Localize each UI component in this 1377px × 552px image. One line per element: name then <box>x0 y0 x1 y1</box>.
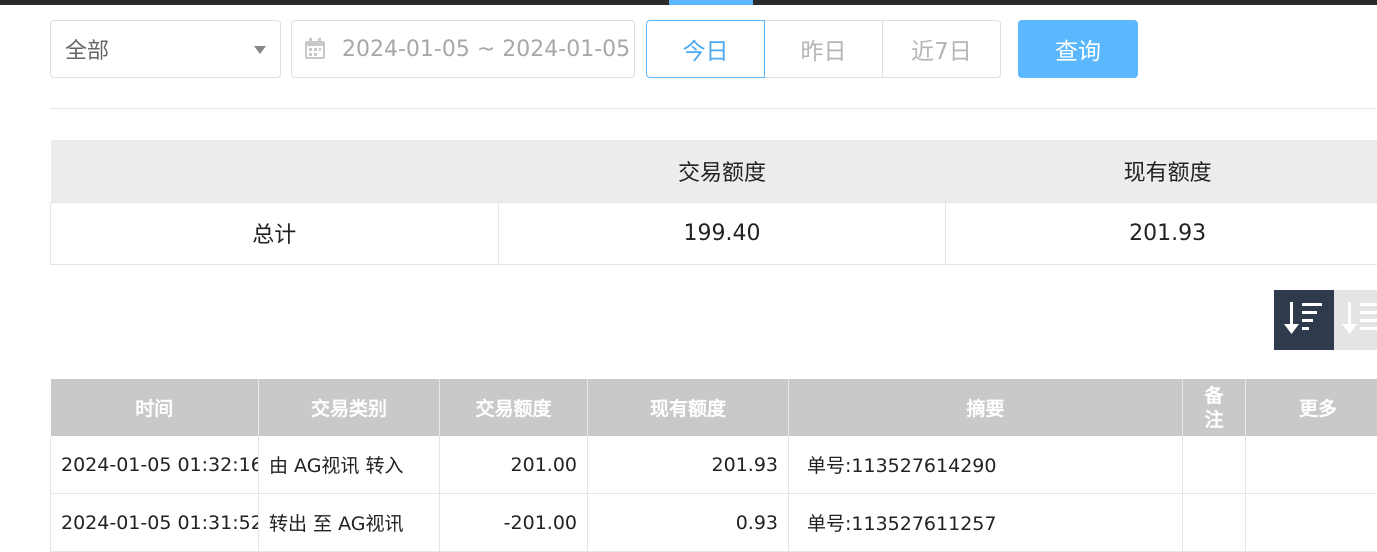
cell-time: 2024-01-05 01:31:52 <box>51 494 259 552</box>
cell-type: 由 AG视讯 转入 <box>259 436 440 494</box>
summary-total-row: 总计 199.40 201.93 <box>51 202 1377 264</box>
cell-more[interactable] <box>1246 494 1377 552</box>
records-header-row: 时间 交易类别 交易额度 现有额度 摘要 备注 更多 <box>51 379 1377 436</box>
records-header-current-amount[interactable]: 现有额度 <box>588 379 789 436</box>
date-range-value: 2024-01-05 ~ 2024-01-05 <box>342 37 630 62</box>
cell-remark <box>1183 494 1246 552</box>
summary-header-trade-amount: 交易额度 <box>498 140 946 202</box>
records-header-trade-amount[interactable]: 交易额度 <box>440 379 588 436</box>
quick-range-yesterday-button[interactable]: 昨日 <box>764 20 883 78</box>
active-nav-indicator <box>669 0 753 5</box>
records-header-remark-label: 备注 <box>1204 384 1224 432</box>
cell-time: 2024-01-05 01:32:16 <box>51 436 259 494</box>
summary-header-current-amount: 现有额度 <box>946 140 1377 202</box>
type-select[interactable]: 全部 <box>50 20 281 78</box>
records-table: 时间 交易类别 交易额度 现有额度 摘要 备注 更多 2024-01-05 01… <box>50 379 1377 552</box>
summary-table: 交易额度 现有额度 总计 199.40 201.93 <box>50 140 1377 265</box>
type-select-value: 全部 <box>65 33 109 65</box>
cell-summary: 单号:113527614290 <box>789 436 1183 494</box>
cell-more[interactable] <box>1246 436 1377 494</box>
summary-total-label: 总计 <box>51 202 499 264</box>
records-header-remark[interactable]: 备注 <box>1183 379 1246 436</box>
quick-range-group: 今日 昨日 近7日 <box>646 20 1001 78</box>
sort-descending-button[interactable] <box>1274 290 1334 350</box>
cell-summary: 单号:113527611257 <box>789 494 1183 552</box>
caret-down-icon <box>254 46 266 54</box>
summary-header-row: 交易额度 现有额度 <box>51 140 1377 202</box>
table-row: 2024-01-05 01:32:16 由 AG视讯 转入 201.00 201… <box>51 436 1377 494</box>
sort-ascending-button[interactable] <box>1334 290 1377 350</box>
records-header-more[interactable]: 更多 <box>1246 379 1377 436</box>
cell-trade-amount: 201.00 <box>440 436 588 494</box>
cell-trade-amount: -201.00 <box>440 494 588 552</box>
cell-remark <box>1183 436 1246 494</box>
divider <box>50 108 1377 109</box>
summary-header-empty <box>51 140 499 202</box>
summary-total-trade-amount: 199.40 <box>498 202 946 264</box>
sort-descending-icon <box>1282 298 1326 342</box>
quick-range-today-button[interactable]: 今日 <box>646 20 765 78</box>
calendar-icon <box>304 38 326 60</box>
cell-type: 转出 至 AG视讯 <box>259 494 440 552</box>
query-button[interactable]: 查询 <box>1018 20 1138 78</box>
cell-current-amount: 0.93 <box>588 494 789 552</box>
table-row: 2024-01-05 01:31:52 转出 至 AG视讯 -201.00 0.… <box>51 494 1377 552</box>
records-header-summary[interactable]: 摘要 <box>789 379 1183 436</box>
sort-ascending-icon <box>1340 298 1377 342</box>
quick-range-7days-button[interactable]: 近7日 <box>882 20 1001 78</box>
records-header-time[interactable]: 时间 <box>51 379 259 436</box>
date-range-input[interactable]: 2024-01-05 ~ 2024-01-05 <box>291 20 635 78</box>
summary-total-current-amount: 201.93 <box>946 202 1377 264</box>
records-header-type[interactable]: 交易类别 <box>259 379 440 436</box>
cell-current-amount: 201.93 <box>588 436 789 494</box>
